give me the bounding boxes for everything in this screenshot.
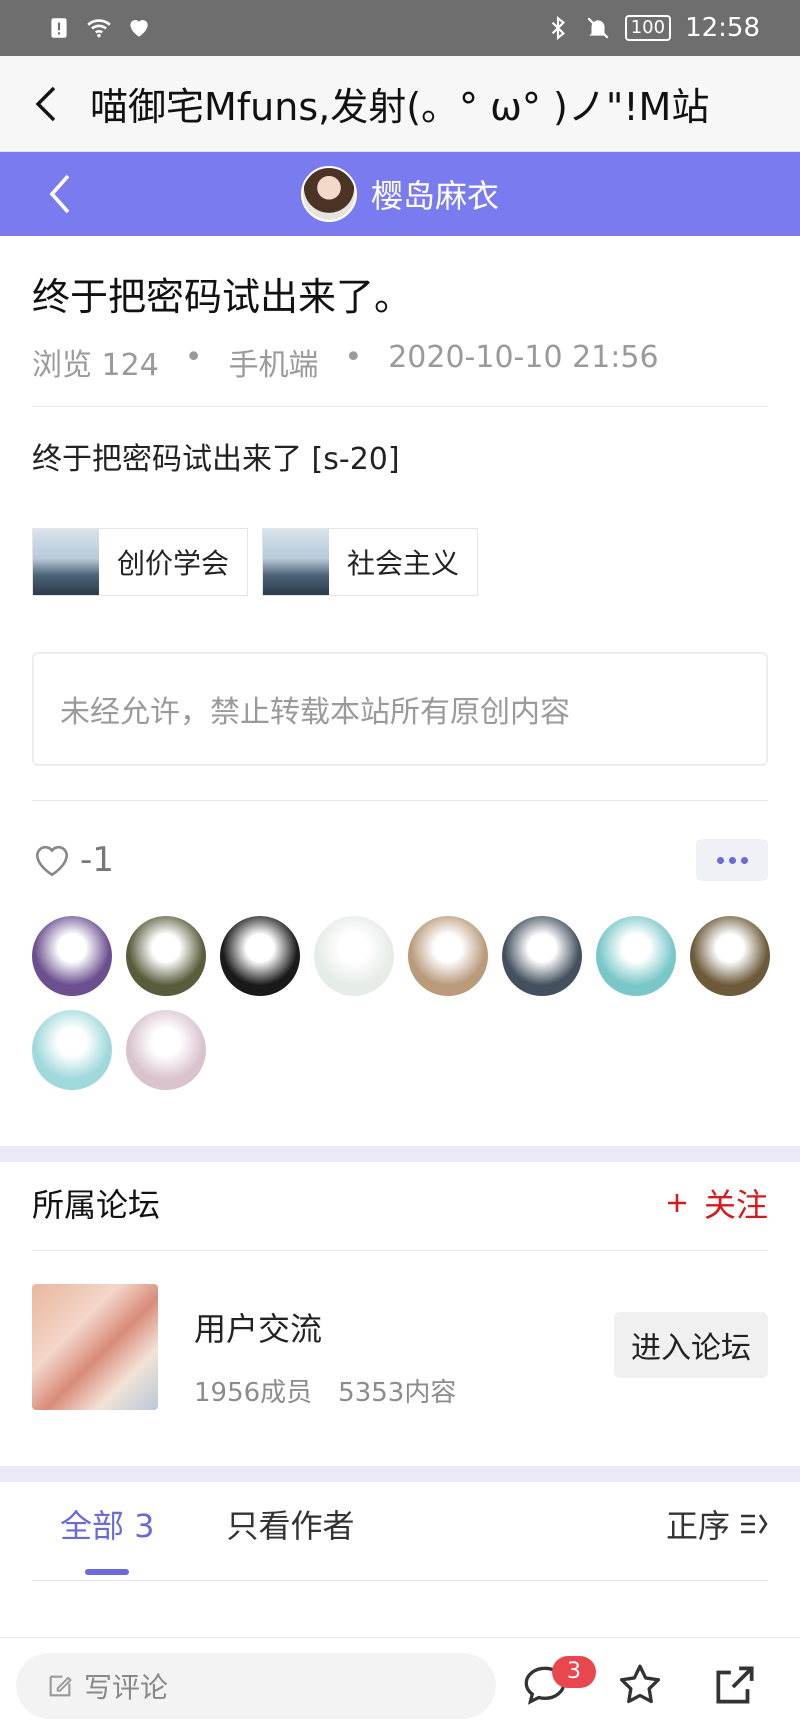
enter-forum-button[interactable]: 进入论坛 [614, 1312, 768, 1378]
forum-stats: 1956成员 5353内容 [194, 1372, 456, 1409]
star-icon[interactable] [615, 1660, 665, 1710]
forum-image [32, 1284, 158, 1410]
tag-label: 社会主义 [347, 547, 460, 580]
dot-icon [716, 856, 724, 864]
liker-avatar[interactable] [690, 916, 770, 996]
author-header: 樱岛麻衣 [0, 152, 800, 236]
page-title: 喵御宅Mfuns,发射(。° ω° )ノ"!M站 [90, 85, 710, 129]
author-info[interactable]: 樱岛麻衣 [300, 166, 499, 222]
heart-icon[interactable] [32, 842, 72, 878]
forum-contents: 5353内容 [338, 1378, 457, 1408]
forum-section-title: 所属论坛 [32, 1186, 161, 1224]
comment-placeholder: 写评论 [84, 1670, 169, 1704]
post-title: 终于把密码试出来了。 [32, 275, 413, 319]
section-separator [0, 1466, 800, 1482]
sort-toggle[interactable]: 正序 [666, 1501, 768, 1547]
post-datetime: 2020-10-10 21:56 [388, 340, 659, 375]
more-options-button[interactable] [696, 839, 768, 881]
liker-avatar[interactable] [408, 916, 488, 996]
liker-avatar[interactable] [32, 916, 112, 996]
dot-icon [728, 856, 736, 864]
notification-icon [51, 18, 67, 38]
comment-tabs: 全部 3 只看作者 正序 [32, 1484, 768, 1564]
meta-separator: • [184, 340, 203, 375]
bottom-action-bar: 写评论 3 [0, 1637, 800, 1733]
forum-card[interactable]: 用户交流 1956成员 5353内容 进入论坛 [32, 1284, 768, 1412]
liker-avatar[interactable] [126, 1010, 206, 1090]
divider [32, 1250, 768, 1251]
post-body: 终于把密码试出来了 [s-20] [32, 442, 400, 477]
follow-label: 关注 [703, 1186, 768, 1224]
app-title-bar: 喵御宅Mfuns,发射(。° ω° )ノ"!M站 [0, 56, 800, 152]
liker-avatar[interactable] [220, 916, 300, 996]
topic-tag[interactable]: 创价学会 [32, 528, 249, 596]
meta-separator: • [344, 340, 363, 375]
comment-input[interactable]: 写评论 [16, 1652, 496, 1719]
comment-count-badge: 3 [552, 1656, 596, 1688]
liker-avatars [32, 916, 792, 1090]
plus-icon [667, 1194, 686, 1212]
header-back-button[interactable] [38, 170, 86, 218]
dot-icon [740, 856, 748, 864]
forum-section-header: 所属论坛 关注 [32, 1168, 768, 1238]
health-heart-icon [130, 20, 148, 37]
status-bar: 100 12:58 [0, 0, 800, 56]
author-name[interactable]: 樱岛麻衣 [371, 171, 499, 217]
tab-all[interactable]: 全部 3 [60, 1501, 155, 1547]
view-count: 浏览 124 [32, 348, 159, 383]
post-meta: 浏览 124 • 手机端 • 2020-10-10 21:56 [32, 340, 659, 384]
tab-author-only[interactable]: 只看作者 [227, 1501, 355, 1547]
forum-members: 1956成员 [194, 1378, 313, 1408]
sort-label: 正序 [665, 1507, 730, 1545]
chevron-left-icon [35, 86, 56, 121]
liker-avatar[interactable] [314, 916, 394, 996]
post-client: 手机端 [228, 348, 319, 383]
bluetooth-icon [551, 15, 565, 41]
liker-avatar[interactable] [126, 916, 206, 996]
sort-icon [741, 1514, 768, 1534]
tag-label: 创价学会 [117, 547, 230, 580]
edit-icon [49, 1675, 72, 1696]
divider [32, 1580, 768, 1581]
battery-indicator: 100 [624, 15, 672, 41]
back-button[interactable] [0, 56, 90, 152]
section-separator [0, 1146, 800, 1162]
liker-avatar[interactable] [502, 916, 582, 996]
share-icon[interactable] [710, 1660, 760, 1710]
tag-thumbnail [263, 529, 329, 595]
divider [32, 800, 768, 801]
follow-button[interactable]: 关注 [666, 1180, 768, 1226]
liker-avatar[interactable] [32, 1010, 112, 1090]
author-avatar[interactable] [300, 166, 357, 222]
wifi-icon [87, 19, 111, 38]
liker-avatar[interactable] [596, 916, 676, 996]
copyright-notice: 未经允许，禁止转载本站所有原创内容 [32, 652, 768, 766]
divider [32, 406, 768, 407]
topic-tag[interactable]: 社会主义 [262, 528, 479, 596]
like-count: -1 [80, 840, 114, 880]
forum-name: 用户交流 [194, 1310, 323, 1348]
tag-thumbnail [33, 529, 99, 595]
clock: 12:58 [685, 13, 760, 43]
mute-bell-icon [587, 17, 609, 39]
like-row: -1 [32, 830, 768, 890]
